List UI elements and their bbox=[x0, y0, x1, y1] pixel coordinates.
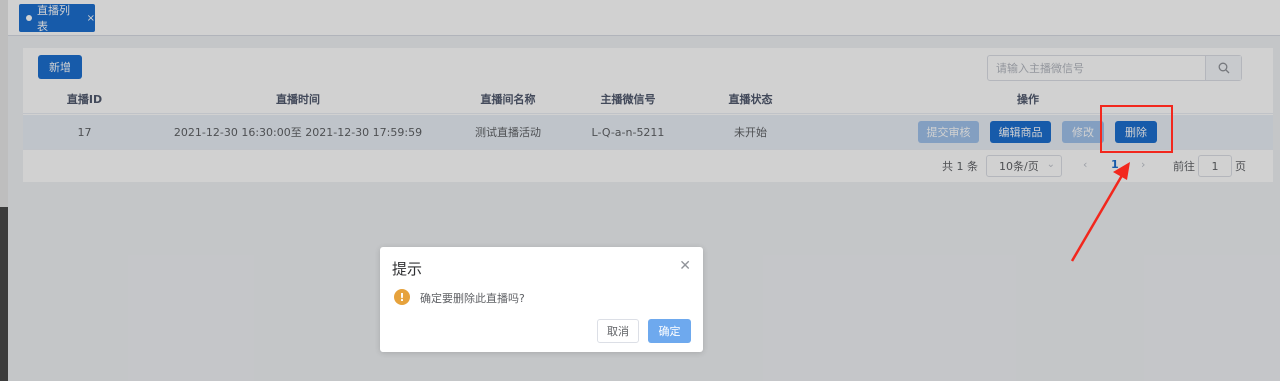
dialog-title: 提示 bbox=[392, 260, 423, 278]
dialog-message: 确定要删除此直播吗? bbox=[420, 292, 525, 305]
confirm-dialog: 提示 ✕ ! 确定要删除此直播吗? 取消 确定 bbox=[380, 247, 703, 352]
confirm-button[interactable]: 确定 bbox=[648, 319, 691, 343]
close-icon[interactable]: ✕ bbox=[679, 258, 691, 274]
cancel-button[interactable]: 取消 bbox=[597, 319, 639, 343]
warning-icon: ! bbox=[394, 289, 410, 305]
